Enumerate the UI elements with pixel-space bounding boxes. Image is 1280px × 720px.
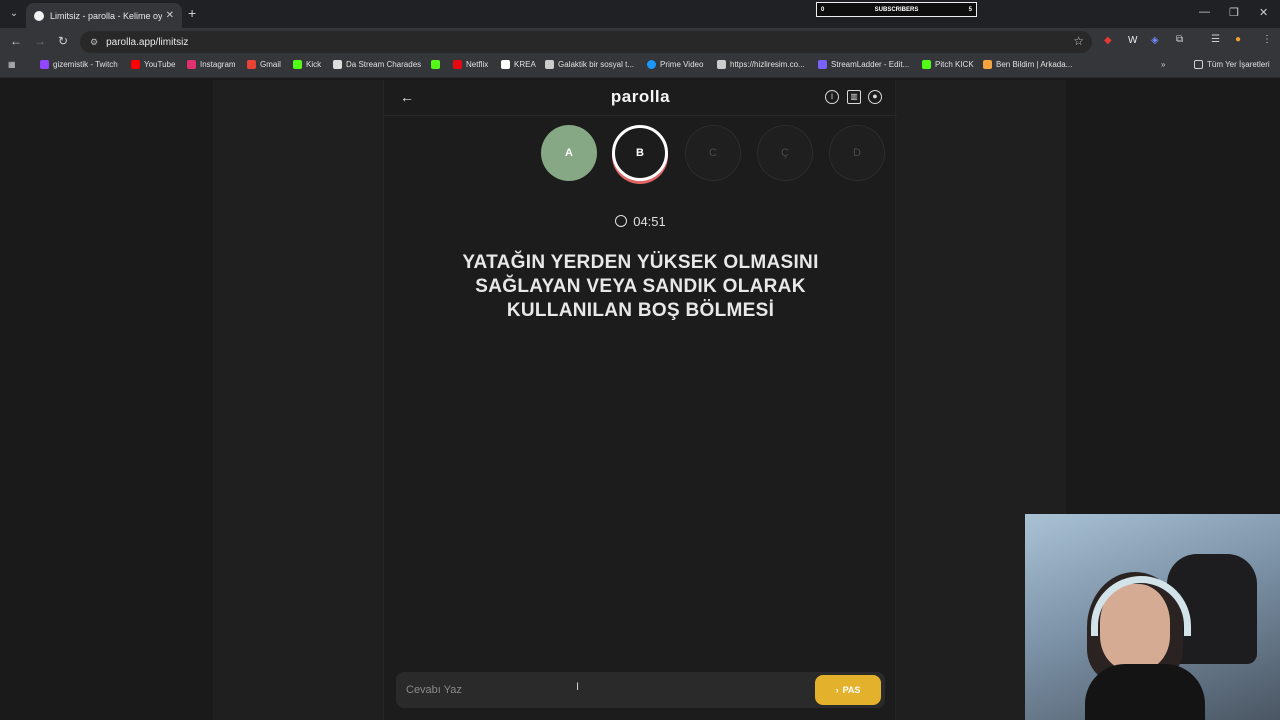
- letter-circle-c: C: [685, 125, 741, 181]
- charades-icon: [333, 60, 342, 69]
- bookmark-item[interactable]: Instagram: [187, 60, 236, 69]
- gmail-icon: [247, 60, 256, 69]
- url-bar[interactable]: ⚙ parolla.app/limitsiz ☆: [80, 31, 1092, 53]
- info-icon[interactable]: i: [825, 90, 839, 104]
- subscribers-right-count: 5: [968, 6, 972, 13]
- bookmark-item[interactable]: Prime Video: [647, 60, 703, 69]
- bookmark-item[interactable]: YouTube: [131, 60, 175, 69]
- tab-close-icon[interactable]: ✕: [166, 10, 174, 21]
- question-text: YATAĞIN YERDEN YÜKSEK OLMASINI SAĞLAYAN …: [424, 251, 857, 323]
- app-header: ← parolla i ▥ ●: [384, 80, 897, 116]
- text-cursor-icon: I: [576, 681, 580, 693]
- timer: 04:51: [384, 214, 897, 229]
- bookmark-item[interactable]: Gmail: [247, 60, 281, 69]
- browser-tab-bar: ⌄ Limitsiz - parolla - Kelime oyunu ✕ + …: [0, 0, 1280, 28]
- letter-circle-b: B: [612, 125, 668, 181]
- minimize-icon[interactable]: —: [1199, 6, 1210, 18]
- netflix-icon: [453, 60, 462, 69]
- question-line: KULLANILAN BOŞ BÖLMESİ: [506, 300, 775, 321]
- question-line: SAĞLAYAN VEYA SANDIK OLARAK: [475, 276, 806, 297]
- bookmark-star-icon[interactable]: ☆: [1073, 34, 1084, 48]
- question-line: YATAĞIN YERDEN YÜKSEK OLMASINI: [462, 252, 819, 273]
- subscribers-label: SUBSCRIBERS: [874, 6, 919, 13]
- webcam-overlay: [1025, 514, 1280, 720]
- bookmark-item[interactable]: Pitch KICK: [922, 60, 974, 69]
- reading-list-icon[interactable]: ☰: [1211, 34, 1220, 45]
- pitch-kick-icon: [922, 60, 931, 69]
- kick-icon: [293, 60, 302, 69]
- profile-avatar[interactable]: ●: [1235, 34, 1241, 45]
- bookmark-item[interactable]: Galaktik bir sosyal t...: [545, 60, 634, 69]
- restore-icon[interactable]: ❐: [1229, 6, 1239, 19]
- answer-bar: › PAS: [396, 672, 885, 708]
- timer-value: 04:51: [633, 214, 666, 229]
- stats-icon[interactable]: ▥: [847, 90, 861, 104]
- app-logo: parolla: [610, 87, 671, 106]
- bookmark-item[interactable]: Ben Bildim | Arkada...: [983, 60, 1072, 69]
- streamer-body: [1085, 664, 1205, 720]
- prime-video-icon: [647, 60, 656, 69]
- tab-search-icon[interactable]: ⌄: [6, 6, 22, 22]
- close-window-icon[interactable]: ✕: [1259, 6, 1268, 19]
- subscribers-widget: 0 SUBSCRIBERS 5: [816, 2, 977, 17]
- galaktik-icon: [545, 60, 554, 69]
- streamladder-icon: [818, 60, 827, 69]
- address-toolbar: ← → ↻ ⚙ parolla.app/limitsiz ☆: [0, 28, 1280, 56]
- hizliresim-icon: [717, 60, 726, 69]
- pass-label: PAS: [842, 685, 861, 695]
- extension-1-icon[interactable]: ◆: [1104, 35, 1112, 46]
- bookmarks-bar: ▦ gizemistik - Twitch YouTube Instagram …: [0, 56, 1280, 78]
- bookmark-item[interactable]: Da Stream Charades: [333, 60, 421, 69]
- forward-icon[interactable]: →: [34, 34, 46, 48]
- bookmark-item[interactable]: Kick: [293, 60, 321, 69]
- extension-2-icon[interactable]: W: [1128, 35, 1137, 46]
- extensions-icon[interactable]: ⧉: [1176, 34, 1183, 45]
- bookmark-item[interactable]: [431, 60, 444, 69]
- youtube-icon: [131, 60, 140, 69]
- folder-icon: [1194, 60, 1203, 69]
- browser-tab[interactable]: Limitsiz - parolla - Kelime oyunu ✕: [26, 3, 182, 28]
- back-icon[interactable]: ←: [10, 34, 22, 48]
- url-text: parolla.app/limitsiz: [106, 36, 189, 48]
- chevron-right-icon: ›: [835, 685, 839, 695]
- bookmark-item[interactable]: KREA: [501, 60, 536, 69]
- site-info-icon[interactable]: ⚙: [90, 37, 98, 48]
- extension-3-icon[interactable]: ◈: [1151, 35, 1159, 46]
- bookmark-item[interactable]: https://hizliresim.co...: [717, 60, 805, 69]
- browser-menu-icon[interactable]: ⋮: [1262, 34, 1272, 45]
- krea-icon: [501, 60, 510, 69]
- instagram-icon: [187, 60, 196, 69]
- letter-circle-c-cedilla: Ç: [757, 125, 813, 181]
- twitch-icon: [40, 60, 49, 69]
- ben-bildim-icon: [983, 60, 992, 69]
- subscribers-left-count: 0: [821, 6, 825, 13]
- tab-favicon-icon: [34, 10, 44, 21]
- user-icon[interactable]: ●: [868, 90, 882, 104]
- bookmark-item[interactable]: gizemistik - Twitch: [40, 60, 118, 69]
- letter-circle-a: A: [541, 125, 597, 181]
- bookmark-item[interactable]: Netflix: [453, 60, 488, 69]
- more-bookmarks-icon[interactable]: »: [1161, 60, 1165, 69]
- bookmark-item[interactable]: StreamLadder - Edit...: [818, 60, 909, 69]
- letter-circle-d: D: [829, 125, 885, 181]
- reload-icon[interactable]: ↻: [58, 34, 68, 48]
- answer-input[interactable]: [396, 672, 806, 708]
- all-bookmarks-folder[interactable]: Tüm Yer İşaretleri: [1194, 60, 1270, 69]
- pass-button[interactable]: › PAS: [815, 675, 881, 705]
- parolla-app: ← parolla i ▥ ● A B C Ç D 04:51 YATAĞIN …: [383, 80, 897, 720]
- tab-title: Limitsiz - parolla - Kelime oyunu: [49, 10, 162, 21]
- kick-icon: [431, 60, 440, 69]
- apps-grid-icon[interactable]: ▦: [8, 60, 16, 69]
- clock-icon: [615, 215, 628, 227]
- new-tab-icon[interactable]: +: [188, 5, 196, 21]
